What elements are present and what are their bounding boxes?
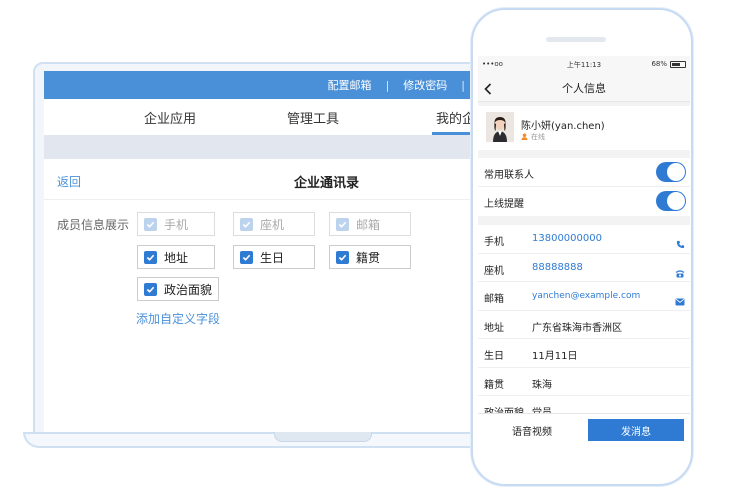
checkbox-political-status[interactable]: 政治面貌 bbox=[137, 277, 219, 301]
profile-card: 陈小妍(yan.chen) 在线 bbox=[478, 106, 690, 150]
checkbox-label: 邮箱 bbox=[356, 217, 381, 232]
tab-management-tools[interactable]: 管理工具 bbox=[287, 108, 339, 127]
checkbox-label: 生日 bbox=[260, 250, 285, 265]
avatar bbox=[486, 112, 514, 142]
checkbox-address[interactable]: 地址 bbox=[137, 245, 215, 269]
info-row-native-place: 籍贯 珠海 bbox=[478, 368, 690, 396]
phone-screen: •••oo 上午11:13 68% 个人信息 陈小妍(yan.chen) 在线 … bbox=[478, 56, 690, 446]
frequent-contact-switch[interactable] bbox=[656, 162, 686, 182]
check-icon bbox=[240, 217, 253, 231]
info-label: 座机 bbox=[484, 265, 504, 277]
check-icon bbox=[336, 250, 349, 264]
address-value: 广东省珠海市香洲区 bbox=[532, 322, 622, 334]
toggle-row-online-alert: 上线提醒 bbox=[478, 187, 690, 216]
check-icon bbox=[144, 217, 157, 231]
nav-bar: 企业应用 管理工具 我的企业 bbox=[44, 99, 501, 135]
toggle-group: 常用联系人 上线提醒 bbox=[478, 158, 690, 216]
toggle-row-frequent-contact: 常用联系人 bbox=[478, 158, 690, 187]
toggle-label: 上线提醒 bbox=[484, 199, 524, 210]
phone-speaker bbox=[546, 37, 606, 42]
back-link[interactable]: 返回 bbox=[57, 173, 81, 190]
content-area: 返回 企业通讯录 成员信息展示 手机 座机 邮箱 地址 生日 籍贯 政治面貌 添… bbox=[44, 159, 501, 432]
info-row-landline: 座机 88888888 bbox=[478, 254, 690, 282]
birthday-value: 11月11日 bbox=[532, 351, 578, 362]
member-info-label: 成员信息展示 bbox=[57, 218, 130, 232]
laptop-screen: 配置邮箱 | 修改密码 | 退出 企业应用 管理工具 我的企业 返回 企业通讯录… bbox=[33, 62, 503, 434]
check-icon bbox=[144, 282, 157, 296]
info-row-birthday: 生日 11月11日 bbox=[478, 339, 690, 368]
native-place-value: 珠海 bbox=[532, 379, 552, 391]
info-row-email: 邮箱 yanchen@example.com bbox=[478, 282, 690, 311]
toggle-label: 常用联系人 bbox=[484, 170, 534, 181]
tab-enterprise-apps[interactable]: 企业应用 bbox=[144, 108, 196, 127]
divider bbox=[44, 199, 501, 200]
online-status: 在线 bbox=[521, 132, 545, 142]
separator: | bbox=[385, 78, 390, 92]
send-message-button[interactable]: 发消息 bbox=[588, 419, 684, 441]
change-password-link[interactable]: 修改密码 bbox=[403, 77, 447, 93]
profile-header: 个人信息 bbox=[478, 72, 690, 102]
info-list: 手机 13800000000 座机 88888888 邮箱 yanchen@ex… bbox=[478, 225, 690, 423]
checkbox-label: 地址 bbox=[164, 250, 189, 265]
configure-mailbox-link[interactable]: 配置邮箱 bbox=[328, 77, 372, 93]
landline-number-link[interactable]: 88888888 bbox=[532, 262, 583, 273]
telephone-icon[interactable] bbox=[675, 263, 685, 282]
checkbox-label: 座机 bbox=[260, 217, 285, 232]
email-link[interactable]: yanchen@example.com bbox=[532, 291, 640, 301]
checkbox-mobile[interactable]: 手机 bbox=[137, 212, 215, 236]
checkbox-label: 手机 bbox=[164, 217, 189, 232]
mail-icon[interactable] bbox=[675, 291, 685, 310]
laptop-notch bbox=[274, 432, 372, 442]
info-row-mobile: 手机 13800000000 bbox=[478, 225, 690, 254]
check-icon bbox=[144, 250, 157, 264]
battery-percent: 68% bbox=[651, 60, 667, 68]
checkbox-landline[interactable]: 座机 bbox=[233, 212, 315, 236]
online-alert-switch[interactable] bbox=[656, 191, 686, 211]
battery-icon bbox=[670, 60, 686, 68]
check-icon bbox=[336, 217, 349, 231]
admin-console: 配置邮箱 | 修改密码 | 退出 企业应用 管理工具 我的企业 返回 企业通讯录… bbox=[44, 71, 501, 432]
separator: | bbox=[461, 78, 465, 92]
status-text: 在线 bbox=[531, 133, 545, 141]
info-label: 生日 bbox=[484, 351, 504, 362]
checkbox-label: 籍贯 bbox=[356, 250, 381, 265]
action-bar: 语音视频 发消息 bbox=[478, 413, 690, 446]
checkbox-email[interactable]: 邮箱 bbox=[329, 212, 411, 236]
checkbox-birthday[interactable]: 生日 bbox=[233, 245, 315, 269]
page-title: 企业通讯录 bbox=[294, 176, 360, 191]
laptop-base bbox=[23, 432, 523, 448]
profile-name: 陈小妍(yan.chen) bbox=[521, 121, 605, 132]
checkbox-label: 政治面貌 bbox=[164, 282, 213, 297]
check-icon bbox=[240, 250, 253, 264]
phone-icon[interactable] bbox=[676, 234, 685, 253]
info-label: 邮箱 bbox=[484, 294, 504, 305]
sub-header-bar bbox=[44, 135, 501, 159]
battery-indicator: 68% bbox=[651, 60, 686, 68]
top-bar: 配置邮箱 | 修改密码 | 退出 bbox=[44, 71, 501, 99]
checkbox-native-place[interactable]: 籍贯 bbox=[329, 245, 411, 269]
header-title: 个人信息 bbox=[562, 82, 606, 95]
mobile-number-link[interactable]: 13800000000 bbox=[532, 233, 602, 244]
info-row-address: 地址 广东省珠海市香洲区 bbox=[478, 311, 690, 339]
status-bar: •••oo 上午11:13 68% bbox=[478, 56, 690, 72]
info-label: 地址 bbox=[484, 322, 504, 334]
info-label: 手机 bbox=[484, 237, 504, 248]
add-custom-field-link[interactable]: 添加自定义字段 bbox=[136, 310, 220, 327]
voice-video-button[interactable]: 语音视频 bbox=[484, 419, 580, 441]
person-icon bbox=[521, 132, 528, 142]
info-label: 籍贯 bbox=[484, 379, 504, 391]
